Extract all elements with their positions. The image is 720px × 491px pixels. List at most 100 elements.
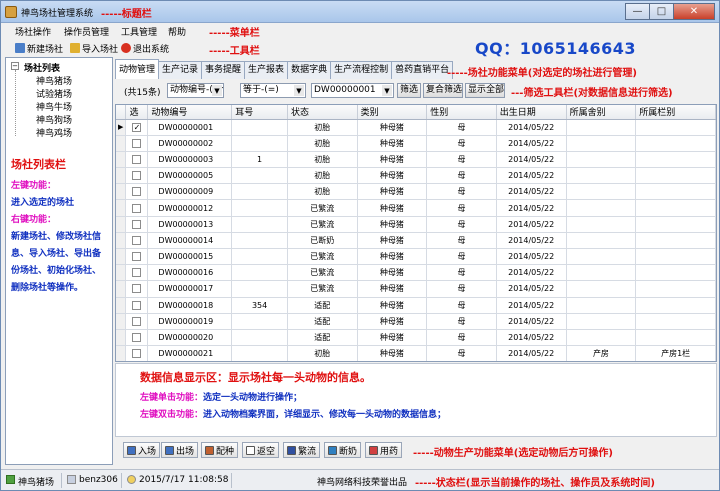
cell-house[interactable] bbox=[566, 167, 637, 185]
cell-sex[interactable]: 母 bbox=[426, 329, 497, 347]
cell-pen[interactable] bbox=[635, 135, 716, 152]
filter-value-select[interactable]: DW00000001 ▼ bbox=[311, 83, 394, 98]
checkbox[interactable] bbox=[132, 268, 142, 278]
cell-animal-id[interactable]: DW00000009 bbox=[147, 183, 233, 201]
maximize-button[interactable]: □ bbox=[649, 3, 674, 20]
cell-status[interactable]: 已断奶 bbox=[287, 232, 358, 250]
cell-status[interactable]: 已繁流 bbox=[287, 199, 358, 217]
cell-birth-date[interactable]: 2014/05/22 bbox=[496, 183, 567, 201]
cell-ear-tag[interactable] bbox=[231, 167, 288, 185]
cell-sex[interactable]: 母 bbox=[426, 345, 497, 361]
cell-pen[interactable] bbox=[635, 216, 716, 233]
table-row[interactable]: DW00000013 已繁流 种母猪母 2014/05/22 bbox=[116, 216, 716, 233]
table-row[interactable]: DW00000015 已繁流 种母猪母 2014/05/22 bbox=[116, 248, 716, 266]
cell-house[interactable] bbox=[566, 297, 637, 314]
checkbox[interactable] bbox=[132, 252, 142, 262]
cell-sex[interactable]: 母 bbox=[426, 297, 497, 314]
filter-button[interactable]: 筛选 bbox=[397, 83, 421, 98]
cell-status[interactable]: 已繁流 bbox=[287, 264, 358, 282]
cell-sex[interactable]: 母 bbox=[426, 183, 497, 201]
cell-animal-id[interactable]: DW00000014 bbox=[147, 232, 233, 250]
row-checkbox[interactable] bbox=[125, 297, 149, 314]
column-header[interactable]: 所属舍别 bbox=[566, 105, 637, 120]
exit-button[interactable]: 出场 bbox=[161, 442, 199, 458]
cell-category[interactable]: 种母猪 bbox=[357, 329, 428, 347]
cell-animal-id[interactable]: DW00000018 bbox=[147, 297, 233, 314]
cell-sex[interactable]: 母 bbox=[426, 216, 497, 233]
checkbox[interactable] bbox=[132, 300, 142, 310]
table-row[interactable]: DW00000014 已断奶 种母猪母 2014/05/22 bbox=[116, 232, 716, 250]
column-header[interactable]: 状态 bbox=[287, 105, 358, 120]
minimize-button[interactable]: — bbox=[625, 3, 650, 20]
cell-ear-tag[interactable] bbox=[231, 216, 288, 233]
tab-dictionary[interactable]: 数据字典 bbox=[287, 61, 332, 79]
cell-status[interactable]: 初胎 bbox=[287, 151, 358, 169]
cell-category[interactable]: 种母猪 bbox=[357, 313, 428, 330]
cell-animal-id[interactable]: DW00000005 bbox=[147, 167, 233, 185]
cell-category[interactable]: 种母猪 bbox=[357, 151, 428, 169]
table-row[interactable]: DW00000016 已繁流 种母猪母 2014/05/22 bbox=[116, 264, 716, 282]
cell-birth-date[interactable]: 2014/05/22 bbox=[496, 232, 567, 250]
cell-ear-tag[interactable]: 354 bbox=[231, 297, 288, 314]
cell-birth-date[interactable]: 2014/05/22 bbox=[496, 199, 567, 217]
tab-flow-control[interactable]: 生产流程控制 bbox=[330, 61, 393, 79]
exit-system-button[interactable]: 退出系统 bbox=[121, 41, 169, 55]
return-empty-button[interactable]: 返空 bbox=[242, 442, 280, 458]
cell-house[interactable]: 产房 bbox=[566, 345, 637, 361]
cell-ear-tag[interactable] bbox=[231, 345, 288, 361]
cell-animal-id[interactable]: DW00000016 bbox=[147, 264, 233, 282]
cell-sex[interactable]: 母 bbox=[426, 135, 497, 152]
column-header[interactable]: 性别 bbox=[426, 105, 497, 120]
breeding-button[interactable]: 配种 bbox=[201, 442, 239, 458]
cell-animal-id[interactable]: DW00000003 bbox=[147, 151, 233, 169]
cell-status[interactable]: 初胎 bbox=[287, 183, 358, 201]
table-row[interactable]: DW00000017 已繁流 种母猪母 2014/05/22 bbox=[116, 280, 716, 298]
cell-house[interactable] bbox=[566, 264, 637, 282]
cell-pen[interactable] bbox=[635, 199, 716, 217]
cell-ear-tag[interactable] bbox=[231, 329, 288, 347]
checkbox[interactable] bbox=[132, 138, 142, 148]
cell-sex[interactable]: 母 bbox=[426, 248, 497, 266]
row-checkbox[interactable] bbox=[125, 216, 149, 233]
cell-sex[interactable]: 母 bbox=[426, 151, 497, 169]
new-farm-button[interactable]: 新建场社 bbox=[15, 41, 63, 55]
cell-pen[interactable]: 产房1栏 bbox=[635, 345, 716, 361]
checkbox[interactable] bbox=[132, 154, 142, 164]
cell-status[interactable]: 初胎 bbox=[287, 119, 358, 136]
cell-house[interactable] bbox=[566, 183, 637, 201]
cell-pen[interactable] bbox=[635, 297, 716, 314]
cell-birth-date[interactable]: 2014/05/22 bbox=[496, 313, 567, 330]
cell-ear-tag[interactable] bbox=[231, 183, 288, 201]
tab-vet-platform[interactable]: 兽药直销平台 bbox=[391, 61, 454, 79]
cell-house[interactable] bbox=[566, 329, 637, 347]
cell-status[interactable]: 适配 bbox=[287, 313, 358, 330]
cell-category[interactable]: 种母猪 bbox=[357, 248, 428, 266]
cell-birth-date[interactable]: 2014/05/22 bbox=[496, 329, 567, 347]
cell-category[interactable]: 种母猪 bbox=[357, 297, 428, 314]
row-checkbox[interactable] bbox=[125, 167, 149, 185]
weaning-button[interactable]: 断奶 bbox=[324, 442, 362, 458]
cell-category[interactable]: 种母猪 bbox=[357, 167, 428, 185]
cell-house[interactable] bbox=[566, 232, 637, 250]
tree-item-farm[interactable]: 神鸟狗场 bbox=[36, 113, 72, 126]
cell-sex[interactable]: 母 bbox=[426, 167, 497, 185]
checkbox[interactable] bbox=[132, 349, 142, 359]
row-checkbox[interactable] bbox=[125, 151, 149, 169]
cell-pen[interactable] bbox=[635, 329, 716, 347]
cell-status[interactable]: 初胎 bbox=[287, 135, 358, 152]
cell-ear-tag[interactable] bbox=[231, 199, 288, 217]
cell-pen[interactable] bbox=[635, 151, 716, 169]
cell-status[interactable]: 已繁流 bbox=[287, 216, 358, 233]
checkbox[interactable] bbox=[132, 203, 142, 213]
tree-item-farm[interactable]: 试验猪场 bbox=[36, 87, 72, 100]
table-row[interactable]: DW00000009 初胎 种母猪母 2014/05/22 bbox=[116, 183, 716, 201]
filter-operator-select[interactable]: 等于-(=) ▼ bbox=[240, 83, 306, 98]
column-header[interactable]: 类别 bbox=[357, 105, 428, 120]
cell-house[interactable] bbox=[566, 151, 637, 169]
cell-pen[interactable] bbox=[635, 167, 716, 185]
tree-item-farm[interactable]: 神鸟猪场 bbox=[36, 74, 72, 87]
checked-checkbox[interactable]: ✓ bbox=[132, 122, 142, 132]
cell-birth-date[interactable]: 2014/05/22 bbox=[496, 151, 567, 169]
cell-house[interactable] bbox=[566, 135, 637, 152]
row-checkbox[interactable] bbox=[125, 248, 149, 266]
